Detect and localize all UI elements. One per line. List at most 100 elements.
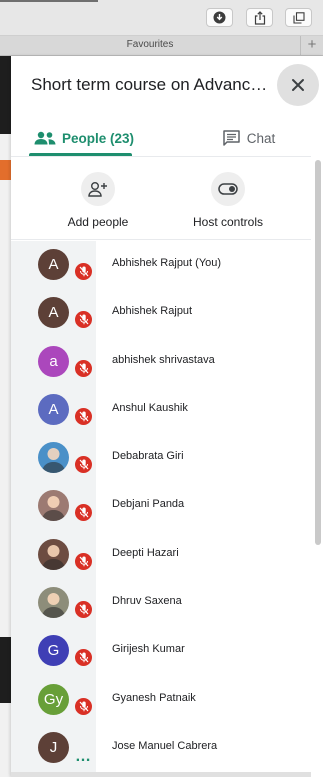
favourites-bar: Favourites +	[0, 36, 323, 56]
muted-indicator	[73, 599, 94, 621]
participant-name: Debjani Panda	[112, 498, 185, 511]
mic-off-icon	[79, 411, 88, 422]
muted-indicator	[73, 454, 94, 476]
avatar: Gy	[38, 683, 69, 715]
avatar-initial: a	[49, 352, 58, 370]
favourites-label[interactable]: Favourites	[0, 39, 300, 50]
chat-icon	[222, 130, 240, 146]
avatar	[38, 538, 69, 570]
participant-name: Debabrata Giri	[112, 450, 184, 463]
add-people-button[interactable]: Add people	[43, 172, 153, 229]
participant-name: abhishek shrivastava	[112, 353, 215, 366]
participant-row[interactable]: G Girijesh Kumar	[11, 627, 311, 676]
avatar: a	[38, 345, 69, 377]
avatar: G	[38, 635, 69, 667]
avatar-column	[11, 530, 96, 580]
participant-row[interactable]: Dhruv Saxena	[11, 579, 311, 628]
participant-name: Abhishek Rajput	[112, 305, 193, 318]
muted-indicator	[73, 405, 94, 427]
avatar-column	[11, 579, 96, 628]
background-page-block	[0, 56, 11, 134]
mic-off-icon	[79, 507, 88, 518]
participant-name: Jose Manuel Cabrera	[112, 739, 218, 752]
people-icon	[34, 131, 56, 145]
participant-row[interactable]: a abhishek shrivastava	[11, 337, 311, 386]
host-controls-label: Host controls	[192, 215, 264, 229]
panel-bottom-edge	[11, 772, 311, 777]
profile-photo	[42, 544, 65, 570]
mic-off-icon	[79, 556, 88, 567]
tab-indicator	[0, 0, 98, 2]
participant-name: Abhishek Rajput (You)	[112, 257, 222, 269]
participant-name: Anshul Kaushik	[112, 401, 188, 414]
avatar-column: a	[11, 337, 96, 386]
avatar-initial: A	[48, 400, 59, 418]
divider	[11, 239, 311, 240]
tabs-icon	[292, 11, 305, 24]
share-icon	[254, 10, 265, 25]
close-icon	[292, 79, 304, 91]
tab-chat[interactable]: Chat	[207, 120, 291, 156]
avatar-column: A	[11, 289, 96, 338]
browser-toolbar	[0, 0, 323, 36]
participant-row[interactable]: Deepti Hazari	[11, 530, 311, 580]
avatar-column: Gy	[11, 675, 96, 724]
people-panel: Short term course on Advances i… People …	[11, 56, 323, 777]
participant-row[interactable]: J… Jose Manuel Cabrera	[11, 723, 311, 773]
profile-photo	[42, 593, 65, 619]
close-panel-button[interactable]	[277, 64, 319, 106]
share-button[interactable]	[246, 8, 273, 27]
participant-row[interactable]: A Anshul Kaushik	[11, 385, 311, 435]
scrollbar[interactable]	[315, 160, 321, 545]
speaking-indicator-icon: …	[75, 747, 91, 765]
participant-row[interactable]: A Abhishek Rajput	[11, 289, 311, 338]
avatar-initial: G	[47, 642, 60, 660]
mic-off-icon	[79, 266, 88, 277]
avatar: J	[38, 731, 69, 763]
avatar	[38, 442, 69, 474]
divider	[11, 156, 311, 157]
avatar-column: A	[11, 241, 96, 290]
tabs-button[interactable]	[285, 8, 312, 27]
muted-indicator	[73, 309, 94, 331]
host-controls-circle	[211, 172, 245, 206]
avatar-initial: J	[49, 738, 58, 756]
muted-indicator	[73, 357, 94, 379]
avatar-column	[11, 434, 96, 483]
avatar-initial: A	[48, 256, 59, 273]
participant-name: Dhruv Saxena	[112, 595, 182, 608]
tab-people[interactable]: People (23)	[29, 120, 139, 156]
mic-off-icon	[79, 652, 88, 663]
muted-indicator	[73, 502, 94, 524]
background-page-accent	[0, 160, 11, 180]
participant-row[interactable]: A Abhishek Rajput (You)	[11, 241, 311, 290]
add-people-label: Add people	[67, 215, 129, 229]
host-controls-button[interactable]: Host controls	[173, 172, 283, 229]
participant-row[interactable]: Gy Gyanesh Patnaik	[11, 675, 311, 724]
muted-indicator	[73, 261, 94, 282]
tab-chat-label: Chat	[246, 130, 276, 146]
muted-indicator	[73, 695, 94, 717]
profile-photo	[42, 496, 65, 522]
participant-row[interactable]: Debabrata Giri	[11, 434, 311, 483]
avatar-column	[11, 482, 96, 531]
avatar: A	[38, 393, 69, 425]
mic-off-icon	[79, 363, 88, 373]
avatar-column: J…	[11, 723, 96, 773]
download-icon	[213, 11, 226, 24]
participant-list: A Abhishek Rajput (You) A Abhishek Rajput a a…	[11, 241, 311, 773]
avatar	[38, 490, 69, 522]
participant-row[interactable]: Debjani Panda	[11, 482, 311, 531]
panel-title: Short term course on Advances i…	[31, 75, 269, 94]
tab-people-label: People (23)	[61, 130, 135, 146]
profile-photo	[42, 448, 65, 474]
avatar: A	[38, 249, 69, 280]
avatar-column: A	[11, 385, 96, 435]
background-page-block	[0, 637, 11, 703]
mic-off-icon	[79, 701, 88, 712]
participant-name: Girijesh Kumar	[112, 643, 185, 656]
participant-name: Deepti Hazari	[112, 546, 179, 559]
avatar-initial: Gy	[43, 690, 64, 708]
new-tab-button[interactable]: +	[300, 36, 323, 55]
download-button[interactable]	[206, 8, 233, 27]
